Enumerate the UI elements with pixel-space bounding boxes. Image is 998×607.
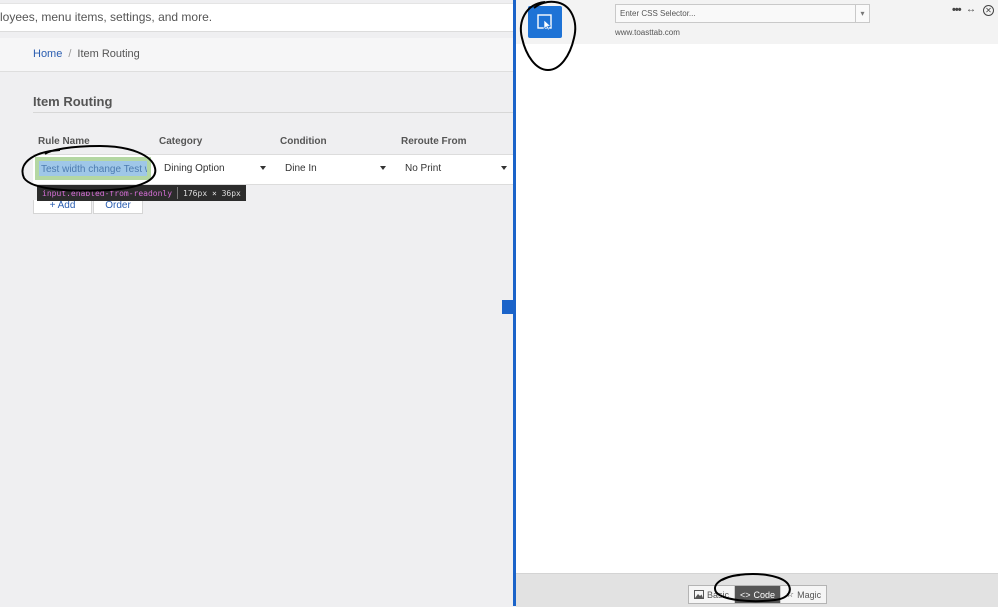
tab-basic-label: Basic <box>707 589 730 600</box>
breadcrumb-separator: / <box>68 48 72 60</box>
breadcrumb-current: Item Routing <box>77 48 140 60</box>
column-header-rule-name: Rule Name <box>38 136 90 147</box>
selector-dropdown-icon[interactable]: ▾ <box>855 4 870 23</box>
column-header-category: Category <box>159 136 203 147</box>
tooltip-dimensions: 176px × 36px <box>183 188 241 198</box>
close-icon[interactable]: ✕ <box>983 5 994 16</box>
more-options-icon[interactable]: ••• <box>952 4 962 16</box>
panel-footer: Basic <> Code ☆ Magic <box>516 573 998 607</box>
tab-magic[interactable]: ☆ Magic <box>780 586 826 603</box>
tooltip-selector: input.enabled-from-readonly <box>42 188 173 198</box>
tab-code[interactable]: <> Code <box>734 586 781 603</box>
app-page: loyees, menu items, settings, and more. … <box>0 0 513 606</box>
split-view-icon[interactable]: ↔ <box>966 4 976 15</box>
code-icon: <> <box>740 589 751 600</box>
tab-magic-label: Magic <box>797 589 822 600</box>
view-tabs: Basic <> Code ☆ Magic <box>688 585 828 604</box>
page-title: Item Routing <box>33 94 113 109</box>
rule-name-input[interactable]: Test width change Test w <box>35 157 151 180</box>
search-text: loyees, menu items, settings, and more. <box>0 10 213 24</box>
category-select[interactable]: Dining Option <box>164 163 225 174</box>
title-divider <box>33 112 513 113</box>
css-selector-input[interactable]: Enter CSS Selector... <box>615 4 855 23</box>
condition-chevron-down-icon[interactable] <box>380 166 386 170</box>
element-picker-button[interactable] <box>528 6 562 38</box>
splitter-handle[interactable] <box>502 300 513 314</box>
reroute-from-select[interactable]: No Print <box>405 163 441 174</box>
star-icon: ☆ <box>786 589 795 599</box>
tab-code-label: Code <box>753 589 776 600</box>
tab-basic[interactable]: Basic <box>689 586 734 603</box>
category-chevron-down-icon[interactable] <box>260 166 266 170</box>
current-domain: www.toasttab.com <box>615 28 680 37</box>
add-rule-button[interactable]: + Add <box>33 200 92 214</box>
global-search-bar[interactable]: loyees, menu items, settings, and more. <box>0 3 513 32</box>
selector-panel: Enter CSS Selector... ▾ www.toasttab.com… <box>516 0 998 607</box>
breadcrumb: Home / Item Routing <box>33 48 140 60</box>
condition-select[interactable]: Dine In <box>285 163 317 174</box>
cursor-select-icon <box>537 14 552 30</box>
breadcrumb-bar: Home / Item Routing <box>0 38 513 72</box>
order-button[interactable]: Order <box>93 200 143 214</box>
breadcrumb-home-link[interactable]: Home <box>33 48 62 60</box>
column-header-reroute-from: Reroute From <box>401 136 467 147</box>
reroute-chevron-down-icon[interactable] <box>501 166 507 170</box>
column-header-condition: Condition <box>280 136 327 147</box>
panel-toolbar: Enter CSS Selector... ▾ www.toasttab.com… <box>516 0 998 44</box>
image-icon <box>694 590 704 599</box>
inspector-tooltip: input.enabled-from-readonly 176px × 36px <box>37 185 246 201</box>
